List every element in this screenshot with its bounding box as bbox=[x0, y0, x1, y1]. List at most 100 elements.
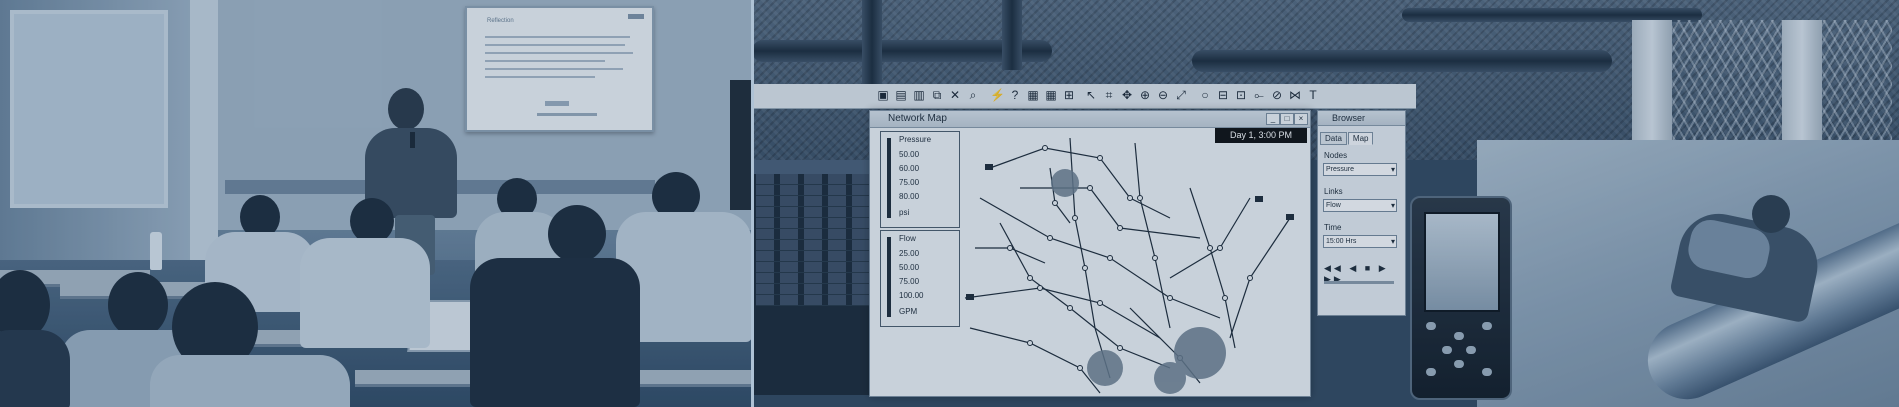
board-text-line bbox=[485, 68, 623, 70]
attendee-body bbox=[300, 238, 430, 348]
instructor-head bbox=[388, 88, 424, 130]
minimize-button[interactable]: _ bbox=[1266, 113, 1280, 125]
tank-node bbox=[1255, 196, 1263, 202]
open-icon[interactable]: ▣ bbox=[876, 88, 890, 102]
label-icon[interactable]: T bbox=[1306, 88, 1320, 102]
pipe bbox=[1192, 50, 1612, 72]
nodes-label: Nodes bbox=[1324, 151, 1348, 160]
fence-post bbox=[1632, 20, 1672, 150]
network-map-title: Network Map bbox=[888, 113, 947, 124]
close-button[interactable]: × bbox=[1294, 113, 1308, 125]
network-node bbox=[1247, 275, 1253, 281]
classroom-photo: Reflection bbox=[0, 0, 752, 407]
zoom-in-icon[interactable]: ⊕ bbox=[1138, 88, 1152, 102]
tank-node bbox=[1286, 214, 1294, 220]
run-icon[interactable]: ⚡ bbox=[990, 88, 1005, 102]
graph-icon[interactable]: ▦ bbox=[1026, 88, 1040, 102]
time-slider[interactable] bbox=[1324, 281, 1394, 284]
junction-icon[interactable]: ○ bbox=[1198, 88, 1212, 102]
table-row bbox=[756, 284, 883, 295]
time-label: Time bbox=[1324, 223, 1342, 232]
network-node bbox=[1072, 215, 1078, 221]
pipe bbox=[862, 0, 882, 90]
network-map-canvas[interactable]: Day 1, 3:00 PM Pressure 50.00 60.00 75.0… bbox=[870, 128, 1310, 396]
device-key bbox=[1454, 360, 1464, 368]
links-select[interactable]: Flow bbox=[1323, 199, 1397, 212]
links-label: Links bbox=[1324, 187, 1343, 196]
maximize-button[interactable]: □ bbox=[1280, 113, 1294, 125]
projection-screen: Reflection bbox=[465, 6, 654, 132]
device-key bbox=[1426, 368, 1436, 376]
network-node bbox=[1042, 145, 1048, 151]
board-footer bbox=[537, 113, 597, 116]
board-dot bbox=[545, 101, 569, 106]
board-text-line bbox=[485, 36, 630, 38]
board-text-line bbox=[485, 44, 625, 46]
tank-icon[interactable]: ⊡ bbox=[1234, 88, 1248, 102]
network-node bbox=[1007, 245, 1013, 251]
network-link bbox=[1229, 217, 1291, 339]
app-toolbar: ▣ ▤ ▥ ⧉ ✕ ⌕ ⚡ ? ▦ ▦ ⊞ ↖ ⌗ ✥ ⊕ ⊖ ⤢ ○ ⊟ ⊡ … bbox=[752, 84, 1416, 109]
network-node bbox=[1137, 195, 1143, 201]
network-node bbox=[1107, 255, 1113, 261]
tab-map[interactable]: Map bbox=[1347, 132, 1374, 145]
save-icon[interactable]: ▤ bbox=[894, 88, 908, 102]
find-icon[interactable]: ⌕ bbox=[966, 88, 980, 102]
vertex-icon[interactable]: ⌗ bbox=[1102, 88, 1116, 102]
table-header bbox=[752, 160, 887, 174]
delete-icon[interactable]: ✕ bbox=[948, 88, 962, 102]
pipe-network-diagram bbox=[964, 137, 1294, 394]
pipe bbox=[1002, 0, 1022, 70]
browser-panel: Browser DataMap Nodes Pressure Links Flo… bbox=[1317, 110, 1406, 316]
engineering-collage: ▣ ▤ ▥ ⧉ ✕ ⌕ ⚡ ? ▦ ▦ ⊞ ↖ ⌗ ✥ ⊕ ⊖ ⤢ ○ ⊟ ⊡ … bbox=[752, 0, 1899, 407]
pump-icon[interactable]: ⊘ bbox=[1270, 88, 1284, 102]
pan-icon[interactable]: ✥ bbox=[1120, 88, 1134, 102]
nodes-select[interactable]: Pressure bbox=[1323, 163, 1397, 176]
network-node bbox=[1117, 225, 1123, 231]
dense-node-cluster bbox=[1087, 350, 1123, 386]
network-node bbox=[1207, 245, 1213, 251]
network-node bbox=[1052, 200, 1058, 206]
browser-tabs: Data Map bbox=[1320, 128, 1374, 145]
table-row bbox=[756, 295, 883, 306]
window bbox=[10, 10, 168, 208]
table-icon[interactable]: ▦ bbox=[1044, 88, 1058, 102]
device-key bbox=[1426, 322, 1436, 330]
network-node bbox=[1127, 195, 1133, 201]
dense-node-cluster bbox=[1051, 169, 1079, 197]
network-link bbox=[999, 222, 1171, 369]
field-worker-photo bbox=[1477, 140, 1899, 407]
query-icon[interactable]: ? bbox=[1008, 88, 1022, 102]
copy-icon[interactable]: ⧉ bbox=[930, 88, 944, 102]
network-node bbox=[1082, 265, 1088, 271]
zoom-out-icon[interactable]: ⊖ bbox=[1156, 88, 1170, 102]
network-node bbox=[1087, 185, 1093, 191]
network-link bbox=[989, 147, 1171, 219]
print-icon[interactable]: ▥ bbox=[912, 88, 926, 102]
wall-display bbox=[730, 80, 752, 210]
attendee-body bbox=[470, 258, 640, 407]
table-row bbox=[756, 273, 883, 284]
board-text-line bbox=[485, 52, 633, 54]
valve-icon[interactable]: ⋈ bbox=[1288, 88, 1302, 102]
network-node bbox=[1117, 345, 1123, 351]
time-select[interactable]: 15:00 Hrs bbox=[1323, 235, 1397, 248]
select-icon[interactable]: ↖ bbox=[1084, 88, 1098, 102]
network-link bbox=[1189, 187, 1236, 349]
pipe-tool-icon[interactable]: ⟜ bbox=[1252, 88, 1266, 102]
board-logo bbox=[628, 14, 644, 19]
fence-post bbox=[1782, 20, 1822, 150]
network-node bbox=[1152, 255, 1158, 261]
device-key bbox=[1482, 368, 1492, 376]
tank-node bbox=[966, 294, 974, 300]
full-extent-icon[interactable]: ⤢ bbox=[1174, 88, 1188, 102]
network-node bbox=[1027, 275, 1033, 281]
table-row bbox=[756, 196, 883, 207]
network-node bbox=[1217, 245, 1223, 251]
reservoir-icon[interactable]: ⊟ bbox=[1216, 88, 1230, 102]
options-icon[interactable]: ⊞ bbox=[1062, 88, 1076, 102]
network-link bbox=[969, 327, 1101, 394]
table-row bbox=[756, 262, 883, 273]
tab-data[interactable]: Data bbox=[1320, 132, 1347, 145]
reservoir-node bbox=[985, 164, 993, 170]
